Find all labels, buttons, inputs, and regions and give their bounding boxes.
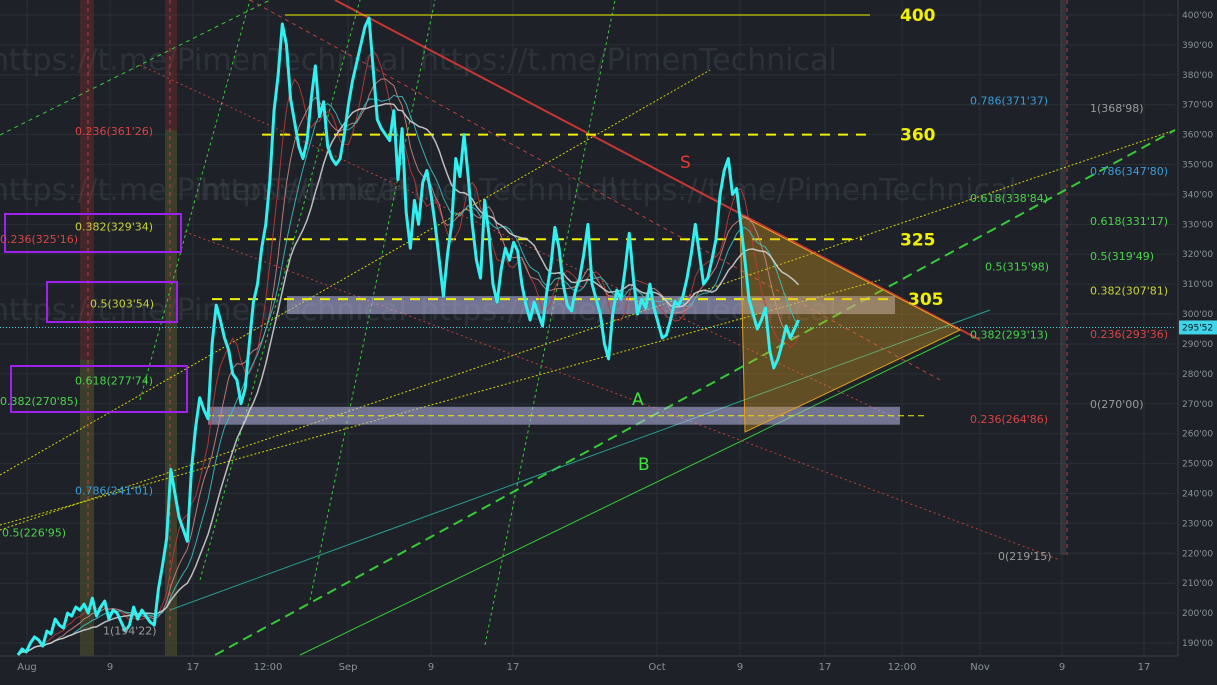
fib-label-left: 0.5(303'54): [90, 297, 154, 310]
fib-label-right: 0.236(264'86): [970, 413, 1048, 426]
level-label-400: 400: [900, 6, 936, 26]
x-tick-label: 9: [428, 662, 434, 673]
x-tick-label: Sep: [339, 662, 358, 673]
fib-label-right: 0.382(293'13): [970, 329, 1048, 342]
y-tick-label: 390'00: [1182, 41, 1213, 51]
x-tick-label: Nov: [970, 662, 990, 673]
fib-label-right: 0.618(338'84): [970, 192, 1048, 205]
y-tick-label: 360'00: [1182, 131, 1213, 141]
fib-label-right: 1(368'98): [1090, 102, 1144, 115]
y-tick-label: 370'00: [1182, 101, 1213, 111]
fib-label-left: 0.786(241'01): [75, 484, 153, 497]
y-tick-label: 320'00: [1182, 250, 1213, 260]
y-tick-label: 280'00: [1182, 370, 1213, 380]
x-tick-label: 9: [737, 662, 743, 673]
pattern-label-A: A: [632, 390, 644, 410]
x-tick-label: 12:00: [254, 662, 283, 673]
y-tick-label: 300'00: [1182, 310, 1213, 320]
y-tick-label: 290'00: [1182, 340, 1213, 350]
fib-label-left: 0.5(226'95): [2, 527, 66, 540]
price-chart[interactable]: https://t.me/PimenTechnical https://t.me/…: [0, 0, 1217, 680]
x-tick-label: 17: [1138, 662, 1151, 673]
fib-label-left: 0.382(270'85): [0, 395, 78, 408]
fib-label-left: 0.236(325'16): [0, 233, 78, 246]
watermark-text: https://t.me/PimenTechnical: [420, 43, 837, 78]
y-tick-label: 340'00: [1182, 190, 1213, 200]
fib-label-left: 1(194'22): [103, 624, 157, 637]
x-tick-label: 17: [819, 662, 832, 673]
x-tick-label: 17: [507, 662, 520, 673]
x-tick-label: Oct: [648, 662, 665, 673]
fib-label-right: 0.382(307'81): [1090, 285, 1168, 298]
x-tick-label: Aug: [17, 662, 37, 673]
fib-label-left: 0.382(329'34): [75, 220, 153, 233]
y-tick-label: 270'00: [1182, 400, 1213, 410]
y-tick-label: 190'00: [1182, 639, 1213, 649]
fib-label-left: 0.618(277'74): [75, 375, 153, 388]
fib-label-right: 0.618(331'17): [1090, 215, 1168, 228]
y-tick-label: 230'00: [1182, 519, 1213, 529]
y-tick-label: 260'00: [1182, 430, 1213, 440]
vertical-band: [165, 130, 177, 656]
fib-label-right: 0.5(319'49): [1090, 250, 1154, 263]
x-axis-panel: [0, 656, 1217, 680]
pattern-label-B: B: [638, 455, 650, 475]
y-tick-label: 240'00: [1182, 489, 1213, 499]
fib-label-right: 0.786(347'80): [1090, 165, 1168, 178]
y-tick-label: 330'00: [1182, 220, 1213, 230]
level-label-325: 325: [900, 230, 936, 250]
y-tick-label: 310'00: [1182, 280, 1213, 290]
vertical-band-right: [1060, 0, 1066, 555]
x-tick-label: 12:00: [888, 662, 917, 673]
y-tick-label: 220'00: [1182, 549, 1213, 559]
y-tick-label: 250'00: [1182, 460, 1213, 470]
x-tick-label: 17: [187, 662, 200, 673]
fib-label-right: 0(219'15): [998, 550, 1052, 563]
y-tick-label: 350'00: [1182, 161, 1213, 171]
fib-label-right: 0.5(315'98): [985, 260, 1049, 273]
fib-label-right: 0.236(293'36): [1090, 328, 1168, 341]
y-tick-label: 210'00: [1182, 579, 1213, 589]
y-tick-label: 400'00: [1182, 11, 1213, 21]
fib-label-right: 0.786(371'37): [970, 95, 1048, 108]
watermark-text: https://t.me/PimenTechnical: [600, 173, 1017, 208]
chart-canvas[interactable]: https://t.me/PimenTechnical https://t.me/…: [0, 0, 1217, 680]
y-tick-label: 380'00: [1182, 71, 1213, 81]
fib-label-left: 0.236(361'26): [75, 125, 153, 138]
pattern-label-S: S: [680, 153, 691, 173]
y-tick-label: 200'00: [1182, 609, 1213, 619]
watermark-text: https://t.me/PimenTechnical: [0, 43, 407, 78]
x-tick-label: 9: [107, 662, 113, 673]
current-price-value: 295'52: [1182, 323, 1213, 333]
fib-label-right: 0(270'00): [1090, 398, 1144, 411]
x-tick-label: 9: [1059, 662, 1065, 673]
level-label-360: 360: [900, 126, 936, 146]
